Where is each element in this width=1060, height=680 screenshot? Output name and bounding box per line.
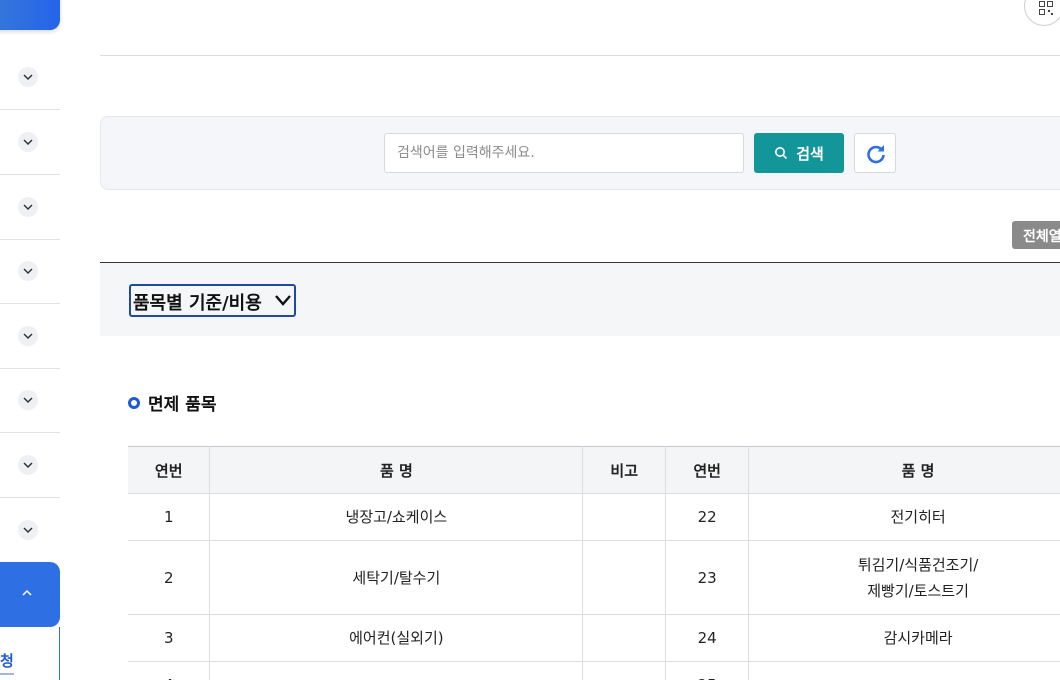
sidebar-item[interactable] — [0, 304, 60, 369]
sidebar: 청 — [0, 0, 60, 680]
table-cell-name — [748, 661, 1060, 680]
table-row: 2 세탁기/탈수기 23 튀김기/식품건조기/ 제빵기/토스트기 — [128, 540, 1060, 615]
section-title-text: 면제 품목 — [148, 395, 217, 415]
table-cell-no: 1 — [128, 493, 211, 541]
header-divider — [100, 55, 1060, 56]
table-header-cell: 비고 — [582, 446, 667, 494]
items-table: 연번 품 명 비고 연번 품 명 1 냉장고/쇼케이스 22 전기히터 2 세탁… — [128, 446, 1060, 680]
table-row: 3 에어컨(실외기) 24 감시카메라 — [128, 614, 1060, 662]
category-select[interactable]: 품목별 기준/비용 — [129, 284, 296, 317]
view-all-button[interactable]: 전체열 — [1012, 221, 1060, 249]
chevron-down-icon — [18, 455, 38, 475]
table-header-cell: 연번 — [128, 446, 211, 494]
chevron-down-icon — [18, 67, 38, 87]
refresh-icon — [867, 145, 885, 164]
table-cell-name: 냉장고/쇼케이스 — [209, 493, 584, 541]
sidebar-submenu-item[interactable]: 청 — [0, 650, 14, 671]
sidebar-item[interactable] — [0, 239, 60, 304]
table-cell-note — [582, 493, 667, 541]
table-cell-note — [582, 614, 667, 662]
qr-code-icon — [1039, 1, 1053, 15]
table-row: 1 냉장고/쇼케이스 22 전기히터 — [128, 493, 1060, 541]
search-icon — [775, 147, 788, 160]
sidebar-item[interactable] — [0, 368, 60, 433]
chevron-down-icon — [275, 295, 291, 306]
table-row: 4 25 — [128, 661, 1060, 680]
qr-button[interactable] — [1024, 0, 1060, 26]
table-header-cell: 품 명 — [209, 446, 584, 494]
table-cell-note — [582, 661, 667, 680]
sidebar-submenu: 청 — [0, 627, 60, 680]
search-button-label: 검색 — [796, 144, 824, 163]
sidebar-item[interactable] — [0, 175, 60, 240]
table-cell-no: 3 — [128, 614, 211, 662]
sidebar-submenu-marker — [0, 673, 14, 675]
search-input[interactable] — [384, 133, 744, 173]
section-title: 면제 품목 — [128, 390, 216, 415]
sidebar-item-active[interactable] — [0, 562, 60, 627]
sidebar-top-button[interactable] — [0, 0, 60, 30]
table-cell-name — [209, 661, 584, 680]
table-header-cell: 품 명 — [748, 446, 1060, 494]
chevron-down-icon — [18, 197, 38, 217]
sidebar-item[interactable] — [0, 433, 60, 498]
table-cell-name: 감시카메라 — [748, 614, 1060, 662]
table-cell-name: 에어컨(실외기) — [209, 614, 584, 662]
chevron-down-icon — [18, 390, 38, 410]
chevron-up-icon — [22, 589, 32, 596]
sidebar-item[interactable] — [0, 497, 60, 562]
sidebar-item[interactable] — [0, 45, 60, 110]
chevron-down-icon — [18, 326, 38, 346]
table-cell-no: 23 — [665, 540, 750, 615]
table-cell-no: 2 — [128, 540, 211, 615]
table-cell-no: 25 — [665, 661, 750, 680]
chevron-down-icon — [18, 519, 38, 540]
sidebar-item[interactable] — [0, 110, 60, 175]
table-cell-no: 24 — [665, 614, 750, 662]
table-cell-name: 튀김기/식품건조기/ 제빵기/토스트기 — [748, 540, 1060, 615]
table-cell-name: 전기히터 — [748, 493, 1060, 541]
table-cell-name: 세탁기/탈수기 — [209, 540, 584, 615]
chevron-down-icon — [18, 261, 38, 281]
table-cell-note — [582, 540, 667, 615]
reset-button[interactable] — [854, 133, 896, 173]
search-button[interactable]: 검색 — [754, 133, 844, 173]
table-header-row: 연번 품 명 비고 연번 품 명 — [128, 446, 1060, 494]
table-cell-no: 4 — [128, 661, 211, 680]
table-header-cell: 연번 — [665, 446, 750, 494]
chevron-down-icon — [18, 132, 38, 152]
category-select-value: 품목별 기준/비용 — [133, 293, 262, 314]
table-cell-no: 22 — [665, 493, 750, 541]
bullet-icon — [128, 396, 140, 409]
